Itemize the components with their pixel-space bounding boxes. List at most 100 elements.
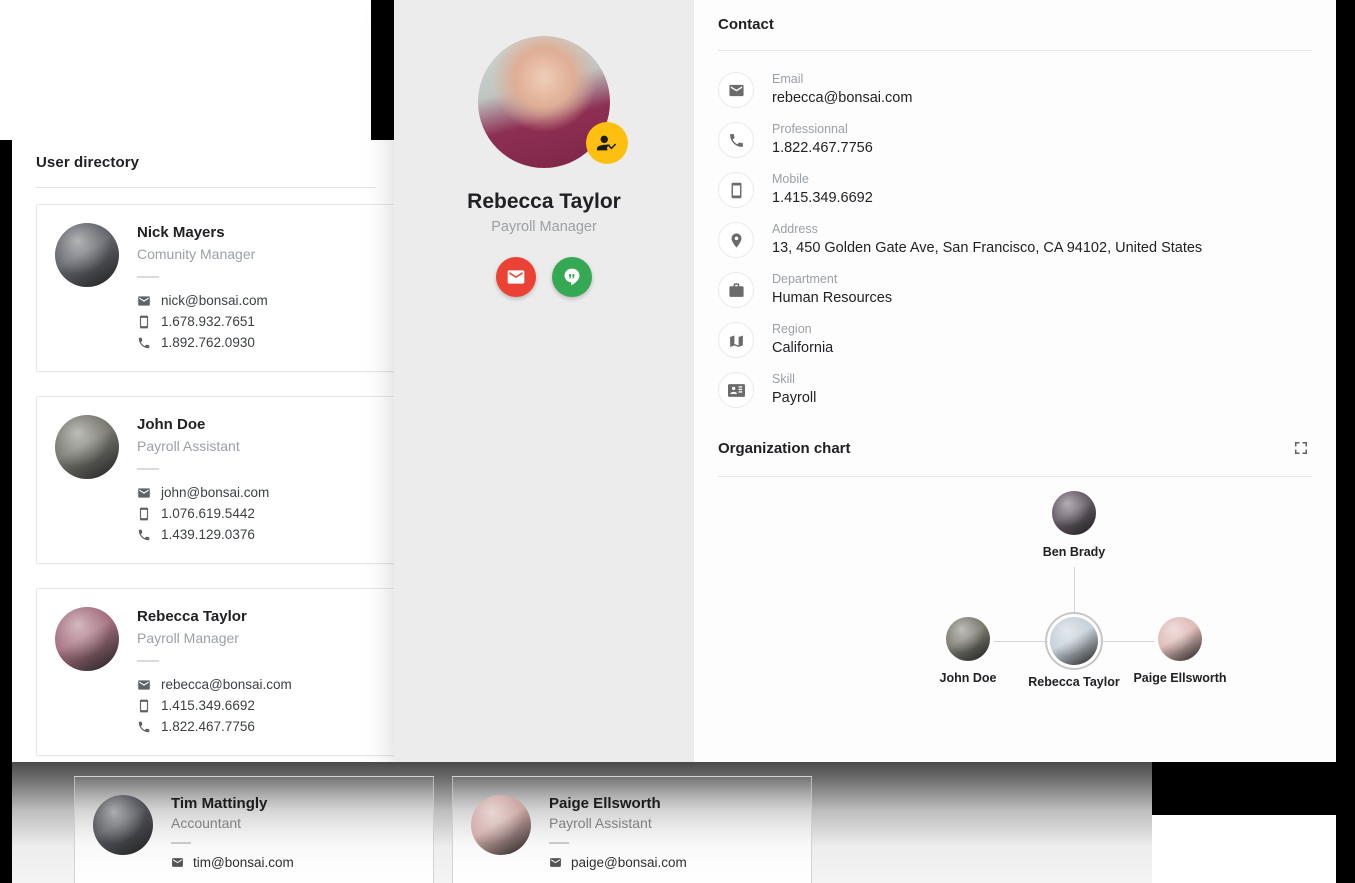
profile-summary-pane: Rebecca Taylor Payroll Manager [394,0,694,762]
user-name: Paige Ellsworth [549,795,661,812]
fullscreen-icon[interactable] [1290,437,1312,459]
contact-section-title: Contact [718,16,774,33]
org-node[interactable]: John Doe [908,617,1028,685]
card-mobile-icon [139,315,149,328]
avatar [1050,617,1098,665]
card-phone-icon [138,721,150,732]
avatar [55,223,119,287]
user-name: Rebecca Taylor [137,608,247,625]
card-mail-icon [138,487,150,498]
user-mobile: 1.076.619.5442 [161,506,255,521]
user-mobile: 1.415.349.6692 [161,698,255,713]
user-email-row[interactable]: paige@bonsai.com [549,855,687,870]
user-mobile-row[interactable]: 1.076.619.5442 [137,503,269,524]
page-backdrop-bottom-right [1152,815,1355,883]
briefcase-icon [718,272,754,308]
user-card[interactable]: Rebecca Taylor Payroll Manager rebecca@bon… [36,588,394,756]
contact-field-department[interactable]: Department Human Resources [718,265,1312,315]
user-email: john@bonsai.com [161,485,270,500]
contact-field-skill[interactable]: Skill Payroll [718,365,1312,415]
envelope-icon [728,84,744,96]
field-label: Email [772,72,804,86]
org-node-name: John Doe [939,671,997,685]
org-chart-title: Organization chart [718,439,851,457]
location-pin-icon [718,222,754,258]
divider [137,660,159,662]
field-value: 1.822.467.7756 [772,140,873,156]
user-email: paige@bonsai.com [571,855,687,870]
profile-action-buttons[interactable] [394,257,694,297]
org-node-current[interactable]: Rebecca Taylor [1014,617,1134,689]
org-node[interactable]: Ben Brady [1014,491,1134,559]
hangouts-icon [564,268,580,286]
avatar [1052,491,1096,535]
user-role: Payroll Manager [137,630,239,646]
field-value: 13, 450 Golden Gate Ave, San Francisco, … [772,240,1203,256]
card-mobile-icon [139,699,149,712]
field-label: Department [772,272,838,286]
contact-field-region[interactable]: Region California [718,315,1312,365]
avatar [55,607,119,671]
user-card[interactable]: John Doe Payroll Assistant john@bonsai.com… [36,396,394,564]
field-value: rebecca@bonsai.com [772,90,913,106]
left-black-edge [0,140,12,883]
bottom-overlay-strip: Tim Mattingly Accountant tim@bonsai.com Pa… [12,762,1152,883]
field-value: Human Resources [772,290,893,306]
user-card[interactable]: Nick Mayers Comunity Manager nick@bonsai.c… [36,204,394,372]
user-role: Payroll Assistant [549,815,652,831]
organization-chart[interactable]: Ben Brady John Doe Rebecca Taylor Paige Ell… [718,491,1312,701]
divider [171,842,191,844]
user-phone-row[interactable]: 1.439.129.0376 [137,524,269,545]
right-black-edge [1336,0,1355,883]
divider [718,476,1312,477]
contact-field-email[interactable]: Email rebecca@bonsai.com [718,65,1312,115]
avatar [93,795,153,855]
email-button[interactable] [496,257,536,297]
screen-root: User directory Nick Mayers Comunity Manag… [0,0,1355,883]
list-item[interactable]: Tim Mattingly Accountant tim@bonsai.com [74,776,434,883]
hangouts-button[interactable] [552,257,592,297]
user-mobile-row[interactable]: 1.678.932.7651 [137,311,268,332]
contact-field-address[interactable]: Address 13, 450 Golden Gate Ave, San Fran… [718,215,1312,265]
contact-card-icon [727,383,745,397]
field-label: Professionnal [772,122,848,136]
envelope-icon [718,72,754,108]
user-name: Nick Mayers [137,224,225,241]
briefcase-icon [728,282,744,297]
user-email-row[interactable]: rebecca@bonsai.com [137,674,292,695]
card-phone-icon [138,529,150,540]
profile-avatar-wrap [478,36,628,168]
profile-name: Rebecca Taylor [467,190,621,213]
user-email-row[interactable]: tim@bonsai.com [171,855,294,870]
user-name: Tim Mattingly [171,795,268,812]
avatar [55,415,119,479]
user-email-row[interactable]: john@bonsai.com [137,482,269,503]
org-chart-header: Organization chart [718,437,1312,459]
contact-field-list: Email rebecca@bonsai.com Professionnal 1.82… [718,51,1312,415]
card-phone-icon [138,337,150,348]
user-phone-row[interactable]: 1.822.467.7756 [137,716,292,737]
phone-icon [729,133,743,147]
org-node-name: Ben Brady [1042,545,1106,559]
contact-field-mobile[interactable]: Mobile 1.415.349.6692 [718,165,1312,215]
user-directory-list[interactable]: Nick Mayers Comunity Manager nick@bonsai.c… [12,188,394,756]
profile-detail-pane: Contact Email rebecca@bonsai.com Professio… [694,0,1336,762]
mobile-icon [731,182,741,198]
user-email-row[interactable]: nick@bonsai.com [137,290,268,311]
list-item[interactable]: Paige Ellsworth Payroll Assistant paige@bo… [452,776,812,883]
mobile-icon [718,172,754,208]
field-label: Address [772,222,818,236]
location-pin-icon [731,232,741,248]
org-node[interactable]: Paige Ellsworth [1120,617,1240,685]
user-mobile-row[interactable]: 1.415.349.6692 [137,695,292,716]
card-mail-icon [550,858,561,867]
email-icon [507,270,525,284]
map-icon [718,322,754,358]
contact-card-icon [718,372,754,408]
user-phone-row[interactable]: 1.892.762.0930 [137,332,268,353]
card-mail-icon [172,858,183,867]
verified-user-icon [586,122,628,164]
avatar [471,795,531,855]
contact-field-professionnal[interactable]: Professionnal 1.822.467.7756 [718,115,1312,165]
user-phone: 1.892.762.0930 [161,335,255,350]
